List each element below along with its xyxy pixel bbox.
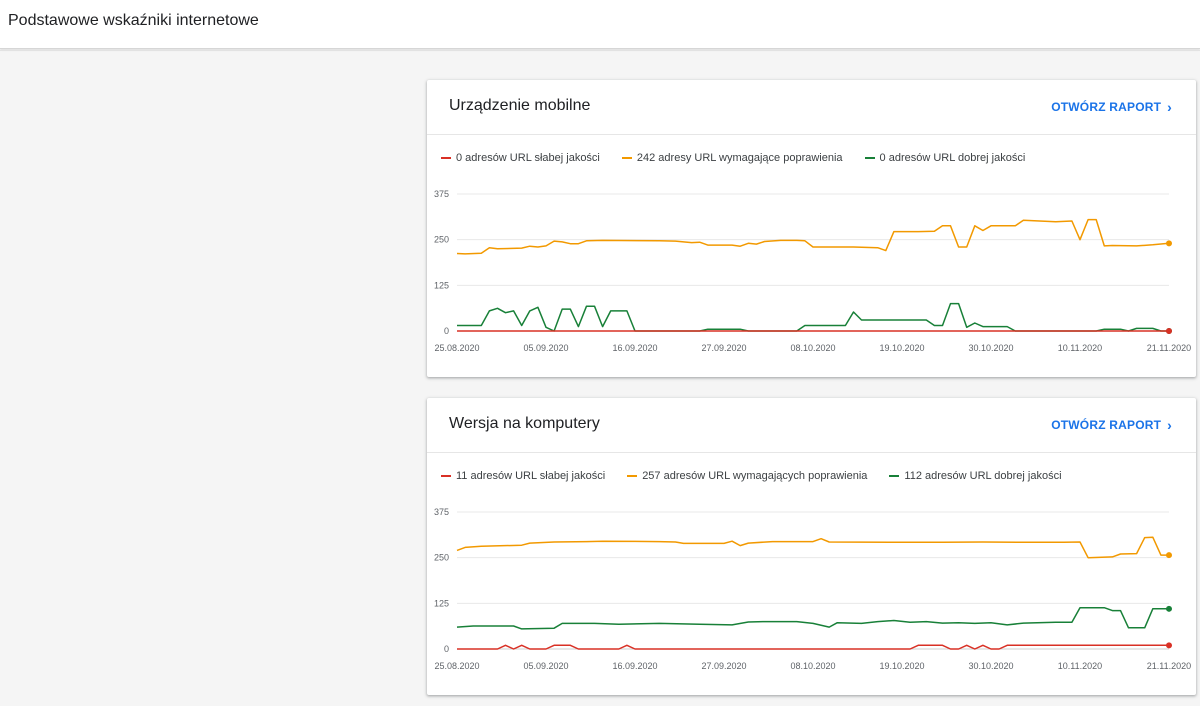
x-tick-label: 08.10.2020 [790,661,835,671]
series-end-point [1166,240,1172,247]
x-tick-label: 21.11.2020 [1147,661,1191,671]
series-line [456,218,1170,255]
x-tick-label: 10.11.2020 [1058,661,1102,671]
series-end-point [1166,642,1172,649]
series-line [457,644,1169,650]
series-end-point [1166,328,1172,334]
series-line [456,536,1169,559]
x-tick-label: 27.09.2020 [701,661,746,671]
x-tick-label: 30.10.2020 [968,661,1013,671]
x-tick-label: 21.11.2020 [1147,343,1191,353]
series-end-point [1166,552,1172,559]
x-tick-label: 05.09.2020 [523,661,568,671]
desktop-card: Wersja na komputery OTWÓRZ RAPORT › 11 a… [427,398,1196,695]
y-tick-label: 250 [434,553,449,563]
x-tick-label: 19.10.2020 [879,661,924,671]
header-divider [0,50,1200,51]
series-end-point [1166,605,1172,612]
y-tick-label: 250 [434,235,449,245]
y-tick-label: 375 [434,507,449,517]
y-tick-label: 375 [434,189,449,199]
x-tick-label: 19.10.2020 [879,343,924,353]
y-tick-label: 125 [434,598,449,608]
x-tick-label: 25.08.2020 [434,661,479,671]
page-title: Podstawowe wskaźniki internetowe [8,12,259,29]
y-tick-label: 0 [444,644,449,654]
x-tick-label: 16.09.2020 [612,343,657,353]
y-tick-label: 0 [444,326,449,336]
top-app-bar: Podstawowe wskaźniki internetowe [0,0,1200,49]
x-tick-label: 10.11.2020 [1058,343,1102,353]
x-tick-label: 30.10.2020 [968,343,1013,353]
x-tick-label: 25.08.2020 [434,343,479,353]
series-line [457,302,1169,332]
x-tick-label: 16.09.2020 [612,661,657,671]
mobile-line-chart: 0 125 250 375 25.08.2020 05.09.2020 16.09.2020… [434,189,1191,353]
mobile-card: Urządzenie mobilne OTWÓRZ RAPORT › 0 adr… [427,80,1196,377]
y-tick-label: 125 [434,280,449,290]
x-tick-label: 08.10.2020 [790,343,835,353]
desktop-line-chart: 0 125 250 375 25.08.2020 05.09.2020 16.09.2020… [434,507,1191,671]
x-tick-label: 05.09.2020 [523,343,568,353]
x-tick-label: 27.09.2020 [701,343,746,353]
series-line [456,606,1169,630]
